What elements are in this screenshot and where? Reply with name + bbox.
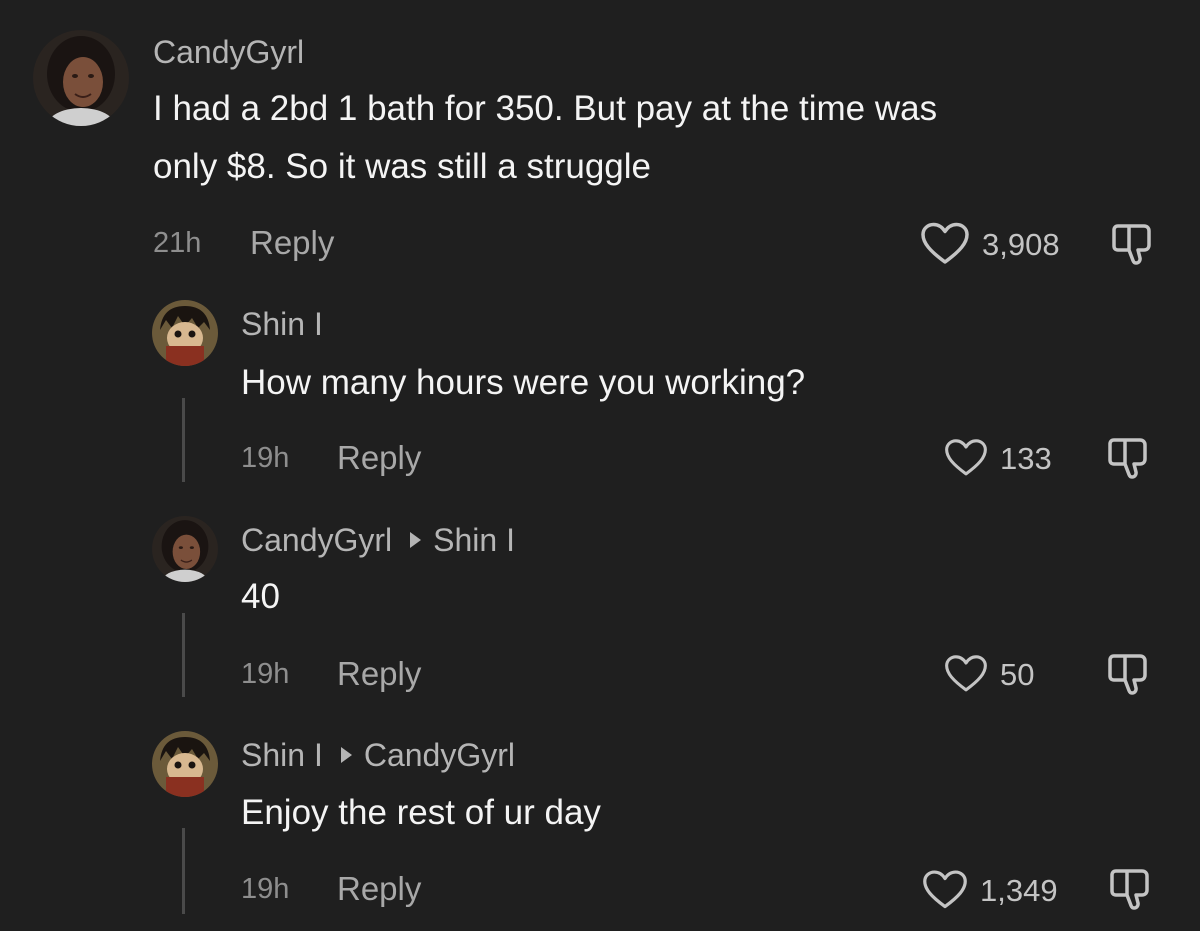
like-button[interactable]: 3,908: [920, 222, 1060, 266]
avatar-candygyrl[interactable]: [152, 516, 218, 582]
like-button[interactable]: 133: [944, 436, 1052, 480]
dislike-button[interactable]: [1106, 436, 1150, 480]
dislike-button[interactable]: [1108, 867, 1152, 911]
like-count: 50: [1000, 656, 1035, 692]
avatar-shin[interactable]: [152, 300, 218, 366]
avatar-candygyrl[interactable]: [33, 30, 129, 126]
thumbs-down-outline-icon: [1106, 652, 1150, 696]
dislike-button[interactable]: [1110, 222, 1154, 266]
username-text[interactable]: Shin I: [241, 306, 323, 342]
comment-text-line: only $8. So it was still a struggle: [153, 147, 652, 186]
comment-shin-2: Shin I CandyGyrl Enjoy the rest of ur day…: [0, 725, 1200, 931]
avatar-image: [152, 731, 218, 797]
username-text[interactable]: CandyGyrl: [241, 522, 392, 558]
reply-arrow-icon: [410, 532, 422, 548]
thread-line: [182, 613, 185, 697]
timestamp: 19h: [241, 873, 290, 905]
avatar-image: [152, 516, 218, 582]
avatar-image: [33, 30, 129, 126]
timestamp: 19h: [241, 658, 290, 690]
username[interactable]: Shin I CandyGyrl: [241, 739, 515, 771]
thumbs-down-outline-icon: [1106, 436, 1150, 480]
thread-line: [182, 828, 185, 914]
comment-text: How many hours were you working?: [241, 354, 805, 412]
username[interactable]: CandyGyrl: [153, 36, 304, 68]
comment-text-line: How many hours were you working?: [241, 363, 806, 402]
timestamp: 21h: [153, 227, 202, 259]
username-text[interactable]: Shin I: [241, 737, 323, 773]
avatar-image: [152, 300, 218, 366]
thumbs-down-outline-icon: [1108, 867, 1152, 911]
like-count: 1,349: [980, 872, 1058, 908]
heart-outline-icon: [944, 654, 988, 694]
like-count: 3,908: [982, 226, 1060, 262]
timestamp: 19h: [241, 442, 290, 474]
username-text[interactable]: CandyGyrl: [153, 34, 304, 70]
reply-to-username[interactable]: CandyGyrl: [364, 737, 515, 773]
heart-outline-icon: [944, 438, 988, 478]
comment-candygyrl-1: CandyGyrl I had a 2bd 1 bath for 350. Bu…: [0, 0, 1200, 290]
comment-text: 40: [241, 568, 280, 626]
comment-text: I had a 2bd 1 bath for 350. But pay at t…: [153, 80, 937, 196]
dislike-button[interactable]: [1106, 652, 1150, 696]
reply-to-username[interactable]: Shin I: [433, 522, 515, 558]
reply-arrow-icon: [340, 747, 352, 763]
comment-text: Enjoy the rest of ur day: [241, 784, 601, 842]
avatar-shin[interactable]: [152, 731, 218, 797]
reply-button[interactable]: Reply: [337, 657, 421, 690]
thumbs-down-outline-icon: [1110, 222, 1154, 266]
comment-shin-1: Shin I How many hours were you working? …: [0, 290, 1200, 510]
thread-line: [182, 398, 185, 482]
comment-text-line: I had a 2bd 1 bath for 350. But pay at t…: [153, 89, 938, 128]
like-button[interactable]: 1,349: [922, 868, 1058, 912]
reply-button[interactable]: Reply: [337, 441, 421, 474]
comment-text-line: Enjoy the rest of ur day: [241, 793, 601, 832]
comment-text-line: 40: [241, 577, 280, 616]
like-count: 133: [1000, 440, 1052, 476]
username[interactable]: CandyGyrl Shin I: [241, 524, 515, 556]
comment-candygyrl-2: CandyGyrl Shin I 40 19h Reply 50: [0, 510, 1200, 725]
reply-button[interactable]: Reply: [250, 226, 334, 259]
heart-outline-icon: [922, 869, 968, 911]
like-button[interactable]: 50: [944, 652, 1034, 696]
reply-button[interactable]: Reply: [337, 872, 421, 905]
heart-outline-icon: [920, 222, 970, 266]
username[interactable]: Shin I: [241, 308, 323, 340]
